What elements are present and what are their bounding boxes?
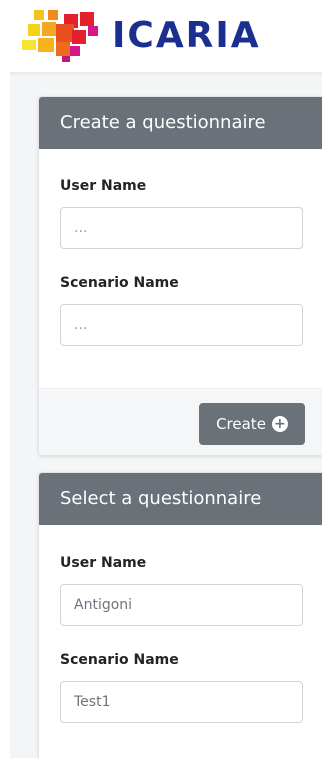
create-user-name-label: User Name [60, 178, 147, 194]
page: ICARIA Create a questionnaire User Name … [0, 0, 322, 758]
create-button[interactable]: Create + [199, 403, 305, 445]
create-scenario-name-input[interactable] [60, 304, 303, 346]
select-user-name-input[interactable] [60, 584, 303, 626]
create-card-footer: Create + [39, 388, 322, 455]
icaria-logo-icon [22, 8, 102, 62]
main-content: Create a questionnaire User Name Scenari… [10, 72, 322, 758]
create-card-body: User Name Scenario Name [39, 176, 322, 346]
create-user-name-input[interactable] [60, 207, 303, 249]
app-header: ICARIA [0, 0, 322, 72]
create-card-title: Create a questionnaire [39, 97, 322, 149]
select-questionnaire-card: Select a questionnaire User Name Scenari… [38, 472, 322, 758]
plus-circle-icon: + [271, 416, 288, 432]
brand-name: ICARIA [112, 15, 261, 56]
select-scenario-name-input[interactable] [60, 681, 303, 723]
select-card-title: Select a questionnaire [39, 473, 322, 525]
create-scenario-name-label: Scenario Name [60, 275, 179, 291]
select-scenario-name-label: Scenario Name [60, 652, 179, 668]
create-questionnaire-card: Create a questionnaire User Name Scenari… [38, 96, 322, 456]
select-card-body: User Name Scenario Name [39, 553, 322, 723]
create-button-label: Create [216, 415, 266, 433]
select-user-name-label: User Name [60, 555, 147, 571]
